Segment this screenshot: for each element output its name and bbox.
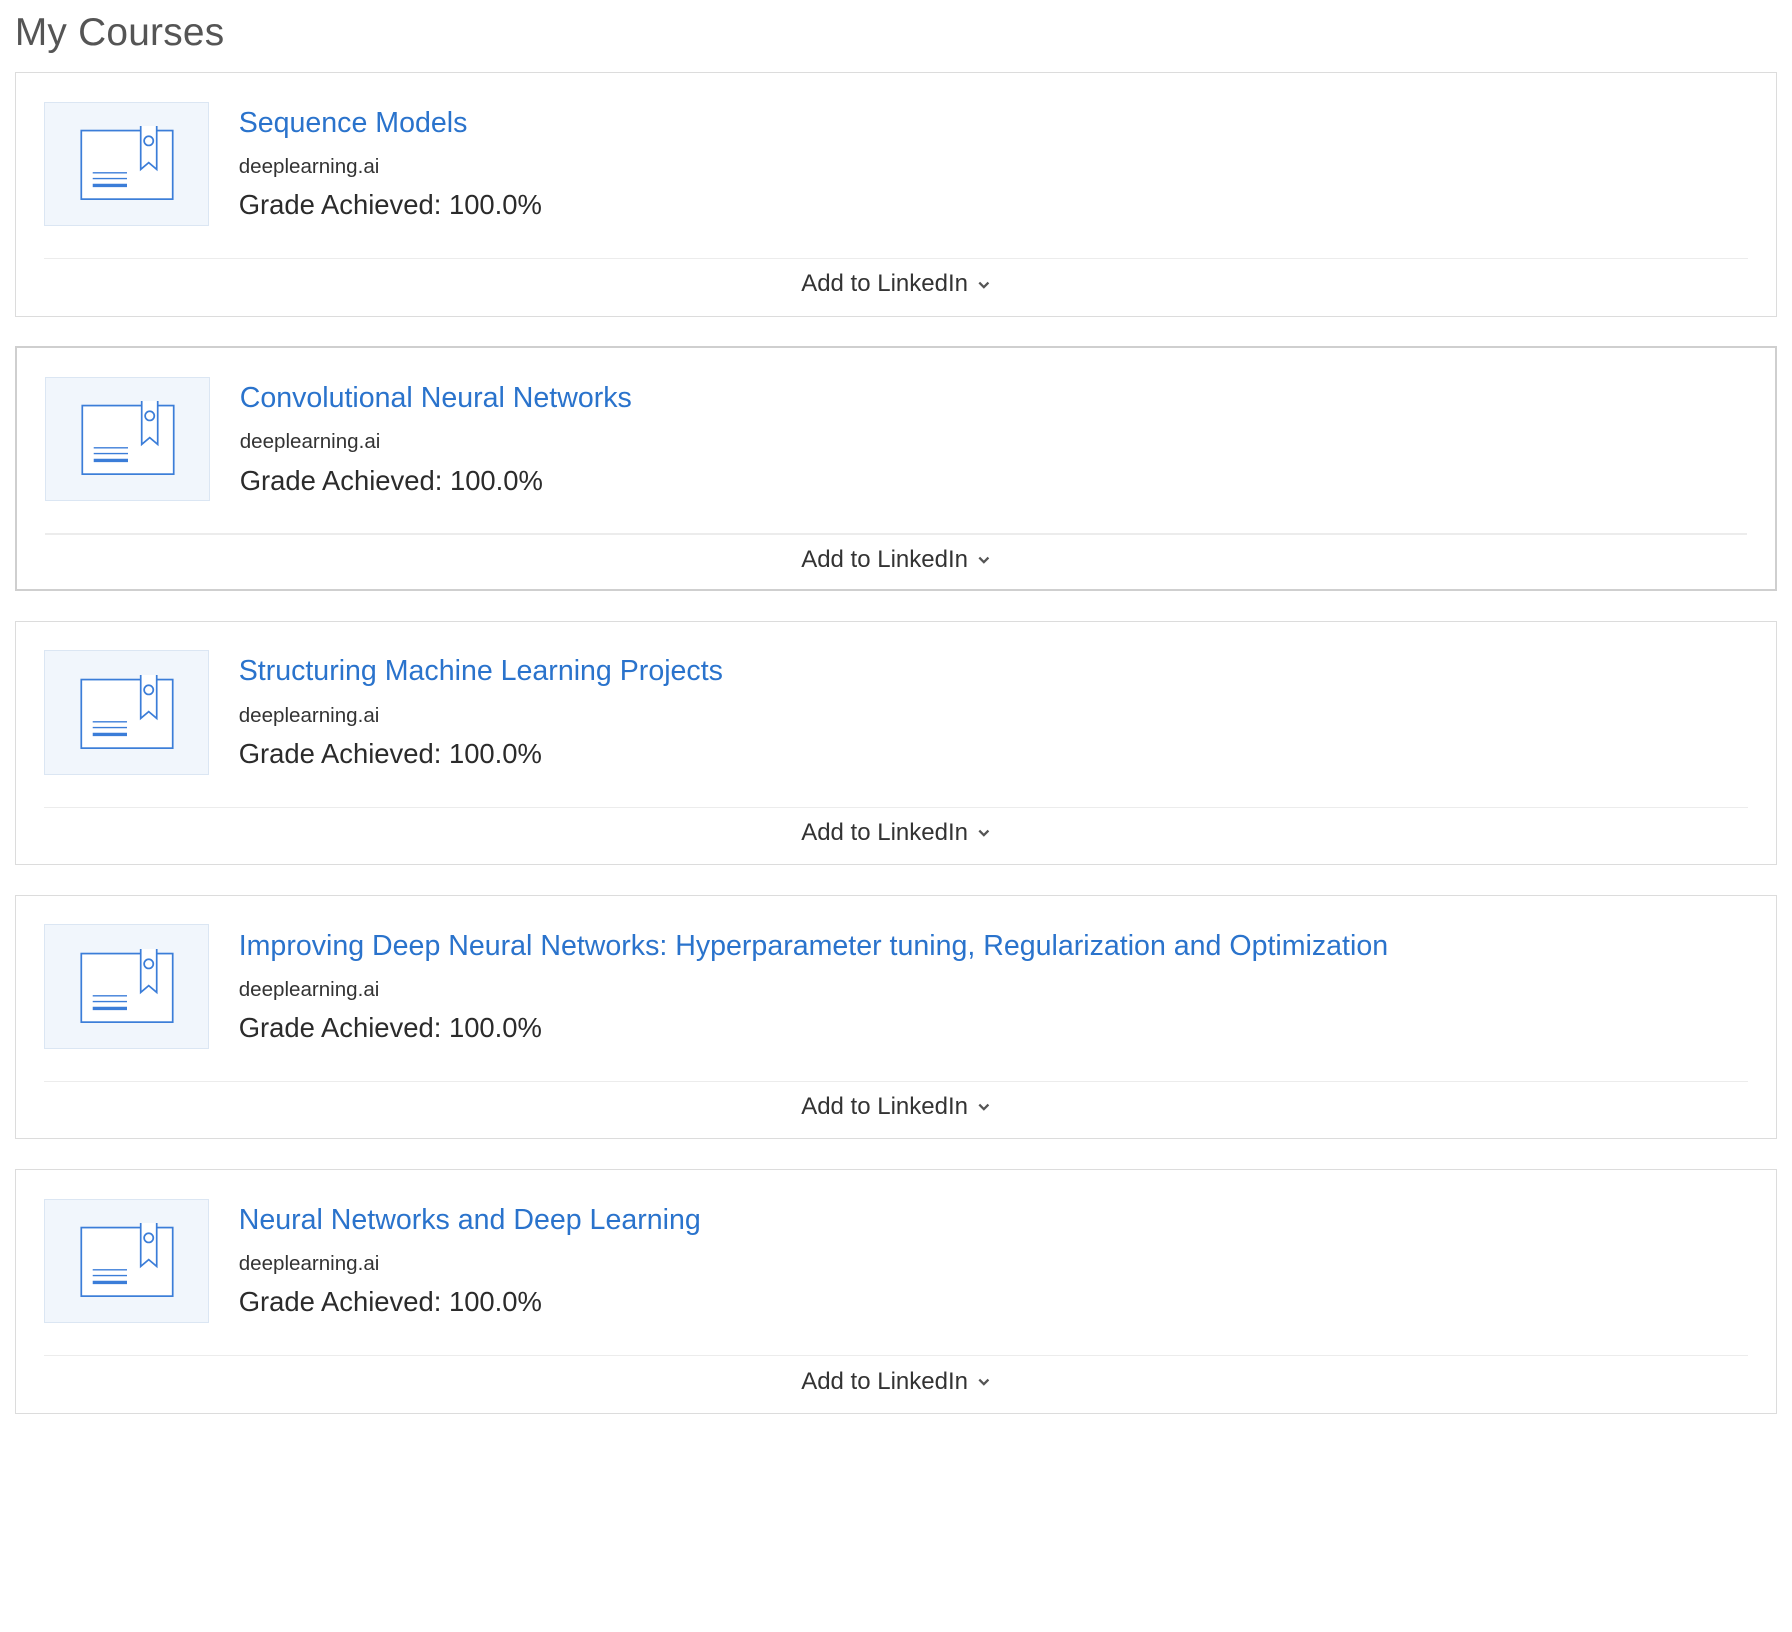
certificate-icon [80, 948, 174, 1023]
chevron-down-icon [978, 829, 990, 837]
course-card: Structuring Machine Learning Projects de… [14, 620, 1778, 866]
add-to-linkedin-label: Add to LinkedIn [801, 818, 968, 846]
course-partner: deeplearning.ai [238, 1252, 380, 1276]
add-to-linkedin-button[interactable]: Add to LinkedIn [17, 543, 1775, 577]
card-divider [44, 806, 1748, 808]
course-card: Neural Networks and Deep Learning deeple… [14, 1169, 1778, 1414]
course-card: Improving Deep Neural Networks: Hyperpar… [14, 894, 1778, 1140]
add-to-linkedin-button[interactable]: Add to LinkedIn [16, 267, 1776, 301]
certificate-icon [81, 401, 175, 476]
course-info: Convolutional Neural Networks deeplearni… [240, 378, 632, 499]
page-title: My Courses [14, 11, 225, 55]
add-to-linkedin-label: Add to LinkedIn [801, 1367, 968, 1395]
course-thumbnail[interactable] [44, 101, 209, 227]
chevron-down-icon [978, 1104, 990, 1112]
certificate-icon [80, 674, 174, 749]
add-to-linkedin-label: Add to LinkedIn [801, 1093, 968, 1121]
add-to-linkedin-label: Add to LinkedIn [801, 270, 968, 298]
course-partner: deeplearning.ai [238, 977, 380, 1001]
add-to-linkedin-button[interactable]: Add to LinkedIn [16, 1364, 1776, 1398]
certificate-icon [80, 1223, 174, 1298]
course-title-link[interactable]: Improving Deep Neural Networks: Hyperpar… [239, 926, 1388, 967]
course-thumbnail[interactable] [44, 650, 209, 775]
course-thumbnail[interactable] [44, 924, 209, 1049]
course-partner: deeplearning.ai [238, 154, 380, 178]
course-partner: deeplearning.ai [239, 430, 381, 454]
add-to-linkedin-label: Add to LinkedIn [801, 545, 968, 573]
my-courses-page: My Courses Sequence Models deeplearning.… [0, 0, 1792, 1632]
course-title-link[interactable]: Convolutional Neural Networks [240, 378, 632, 419]
course-thumbnail[interactable] [45, 376, 210, 502]
chevron-down-icon [978, 556, 990, 564]
course-title-link[interactable]: Sequence Models [239, 103, 542, 144]
certificate-icon [80, 126, 174, 201]
course-grade: Grade Achieved: 100.0% [238, 1286, 542, 1318]
chevron-down-icon [978, 1378, 990, 1386]
course-card: Convolutional Neural Networks deeplearni… [14, 346, 1778, 591]
course-card: Sequence Models deeplearning.ai Grade Ac… [14, 72, 1778, 317]
course-title-link[interactable]: Structuring Machine Learning Projects [239, 651, 723, 692]
card-divider [44, 258, 1748, 260]
course-info: Improving Deep Neural Networks: Hyperpar… [239, 926, 1388, 1047]
chevron-down-icon [978, 281, 990, 289]
card-divider [44, 1080, 1748, 1083]
course-grade: Grade Achieved: 100.0% [239, 464, 543, 496]
course-grade: Grade Achieved: 100.0% [238, 189, 542, 221]
course-thumbnail[interactable] [44, 1198, 209, 1324]
card-divider [45, 533, 1747, 535]
course-info: Neural Networks and Deep Learning deeple… [239, 1200, 701, 1321]
course-list: Sequence Models deeplearning.ai Grade Ac… [14, 72, 1778, 1443]
card-divider [44, 1355, 1748, 1357]
course-grade: Grade Achieved: 100.0% [238, 737, 542, 769]
course-partner: deeplearning.ai [238, 703, 380, 727]
add-to-linkedin-button[interactable]: Add to LinkedIn [16, 1090, 1776, 1124]
add-to-linkedin-button[interactable]: Add to LinkedIn [16, 816, 1776, 850]
course-grade: Grade Achieved: 100.0% [238, 1012, 542, 1044]
course-info: Structuring Machine Learning Projects de… [239, 651, 723, 772]
course-info: Sequence Models deeplearning.ai Grade Ac… [239, 103, 542, 224]
course-title-link[interactable]: Neural Networks and Deep Learning [239, 1200, 701, 1241]
